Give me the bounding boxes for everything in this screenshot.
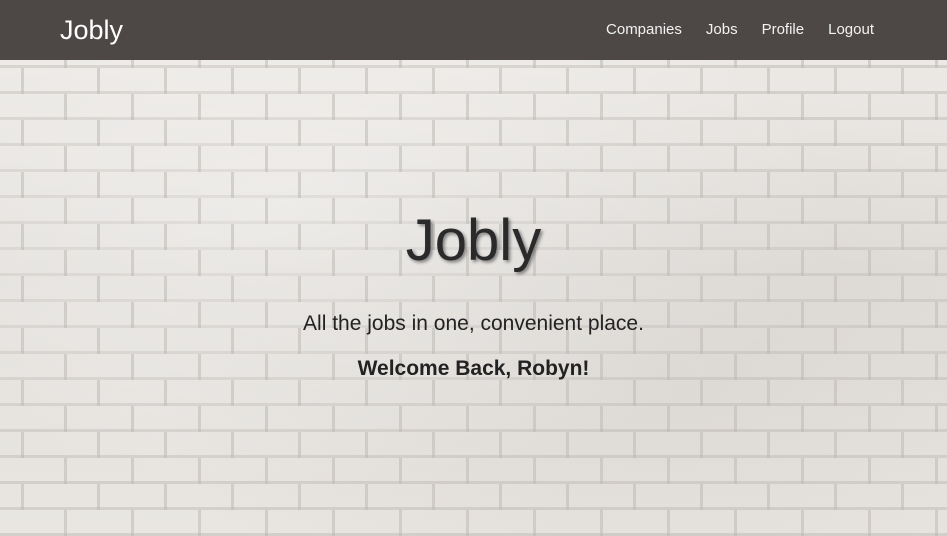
hero-title: Jobly [405,208,542,273]
brand-logo-link[interactable]: Jobly [60,13,123,47]
hero-section: Jobly All the jobs in one, convenient pl… [0,60,947,536]
welcome-message: Welcome Back, Robyn! [357,357,590,380]
nav-link-logout[interactable]: Logout [828,20,874,40]
hero-tagline: All the jobs in one, convenient place. [303,312,644,335]
nav-link-companies[interactable]: Companies [606,20,682,40]
nav-links: Companies Jobs Profile Logout [606,20,874,40]
nav-link-profile[interactable]: Profile [762,20,805,40]
top-navbar: Jobly Companies Jobs Profile Logout [0,0,947,60]
nav-link-jobs[interactable]: Jobs [706,20,738,40]
